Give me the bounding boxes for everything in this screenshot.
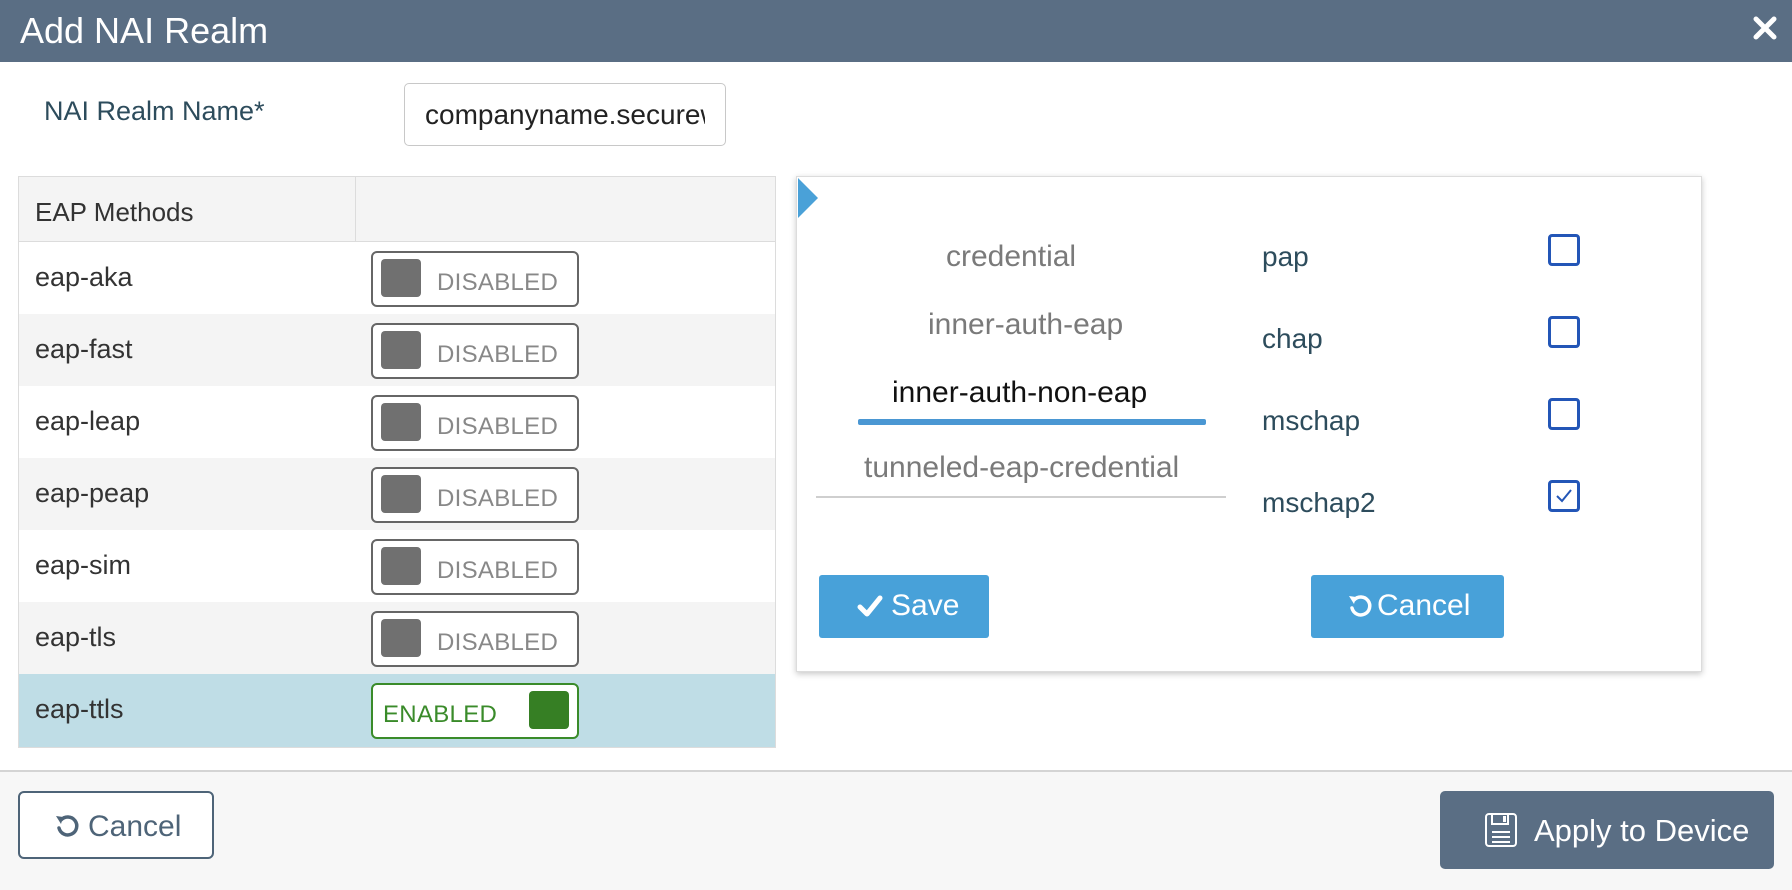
- toggle-knob: [381, 403, 421, 441]
- checkmark-icon: [1556, 489, 1572, 503]
- eap-method-name: eap-tls: [35, 622, 117, 652]
- chap-checkbox[interactable]: [1548, 316, 1580, 348]
- eap-table-header: EAP Methods: [19, 177, 775, 242]
- save-label: Save: [891, 589, 960, 622]
- eap-aka-toggle[interactable]: DISABLED: [371, 251, 579, 307]
- save-disk-icon: [1485, 813, 1517, 847]
- eap-method-name: eap-fast: [35, 334, 133, 364]
- panel-pointer: [798, 178, 818, 218]
- header-divider: [355, 177, 356, 242]
- toggle-state: DISABLED: [437, 629, 559, 656]
- close-icon[interactable]: [1752, 12, 1778, 42]
- eap-fast-toggle[interactable]: DISABLED: [371, 323, 579, 379]
- table-row: eap-tls DISABLED: [19, 602, 775, 674]
- toggle-knob: [381, 331, 421, 369]
- toggle-state: DISABLED: [437, 413, 559, 440]
- checkmark-icon: [857, 595, 883, 617]
- tab-inner-auth-eap[interactable]: inner-auth-eap: [928, 308, 1123, 342]
- toggle-knob: [381, 475, 421, 513]
- option-mschap2-label: mschap2: [1262, 487, 1376, 518]
- toggle-state: DISABLED: [437, 269, 559, 296]
- toggle-state: ENABLED: [383, 701, 498, 728]
- realm-name-label: NAI Realm Name*: [44, 96, 265, 126]
- eap-method-name: eap-ttls: [35, 694, 124, 724]
- toggle-knob: [381, 619, 421, 657]
- eap-ttls-toggle[interactable]: ENABLED: [371, 683, 579, 739]
- toggle-knob: [381, 259, 421, 297]
- toggle-state: DISABLED: [437, 557, 559, 584]
- footer-cancel-button[interactable]: Cancel: [18, 791, 214, 859]
- panel-save-button[interactable]: Save: [819, 575, 989, 638]
- cancel-label: Cancel: [88, 810, 182, 843]
- panel-cancel-button[interactable]: Cancel: [1311, 575, 1504, 638]
- dialog-title: Add NAI Realm: [20, 10, 269, 51]
- eap-method-name: eap-sim: [35, 550, 132, 580]
- table-row: eap-sim DISABLED: [19, 530, 775, 602]
- undo-icon: [56, 815, 79, 837]
- cancel-label: Cancel: [1377, 589, 1471, 622]
- eap-method-name: eap-peap: [35, 478, 150, 508]
- toggle-state: DISABLED: [437, 341, 559, 368]
- eap-methods-header: EAP Methods: [35, 197, 194, 227]
- undo-icon: [1349, 595, 1372, 617]
- dialog-header: Add NAI Realm: [0, 0, 1792, 62]
- option-pap-label: pap: [1262, 241, 1309, 272]
- option-chap-label: chap: [1262, 323, 1323, 354]
- table-row: eap-peap DISABLED: [19, 458, 775, 530]
- pap-checkbox[interactable]: [1548, 234, 1580, 266]
- table-row: eap-aka DISABLED: [19, 242, 775, 314]
- option-mschap-label: mschap: [1262, 405, 1361, 436]
- apply-to-device-button[interactable]: Apply to Device: [1440, 791, 1774, 869]
- apply-label: Apply to Device: [1534, 813, 1750, 848]
- tab-tunneled-eap-credential[interactable]: tunneled-eap-credential: [864, 451, 1179, 485]
- mschap2-checkbox[interactable]: [1548, 480, 1580, 512]
- eap-tls-toggle[interactable]: DISABLED: [371, 611, 579, 667]
- eap-method-name: eap-leap: [35, 406, 141, 436]
- mschap-checkbox[interactable]: [1548, 398, 1580, 430]
- eap-leap-toggle[interactable]: DISABLED: [371, 395, 579, 451]
- realm-name-input[interactable]: [404, 83, 726, 146]
- tab-credential[interactable]: credential: [946, 240, 1076, 274]
- table-row: eap-fast DISABLED: [19, 314, 775, 386]
- eap-methods-table: EAP Methods eap-aka DISABLED eap-fast DI…: [18, 176, 776, 748]
- table-row-selected[interactable]: eap-ttls ENABLED: [19, 674, 775, 747]
- eap-sim-toggle[interactable]: DISABLED: [371, 539, 579, 595]
- eap-method-name: eap-aka: [35, 262, 133, 292]
- tabs-divider: [816, 496, 1226, 498]
- table-row: eap-leap DISABLED: [19, 386, 775, 458]
- toggle-knob: [381, 547, 421, 585]
- toggle-state: DISABLED: [437, 485, 559, 512]
- eap-peap-toggle[interactable]: DISABLED: [371, 467, 579, 523]
- active-tab-indicator: [858, 419, 1206, 425]
- toggle-knob: [529, 691, 569, 729]
- tab-inner-auth-non-eap[interactable]: inner-auth-non-eap: [892, 376, 1147, 410]
